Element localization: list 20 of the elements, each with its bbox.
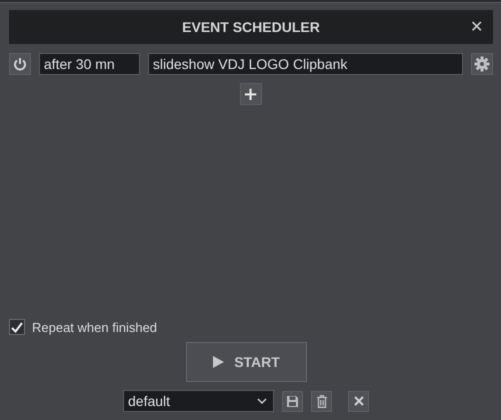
window-title: EVENT SCHEDULER	[182, 19, 320, 35]
clear-button[interactable]	[348, 390, 369, 412]
settings-button[interactable]	[471, 53, 494, 75]
chevron-icon	[257, 398, 267, 404]
save-button[interactable]	[282, 390, 303, 412]
repeat-checkbox[interactable]	[9, 319, 25, 335]
close-icon	[354, 396, 364, 406]
power-icon	[12, 57, 27, 71]
time-field[interactable]: after 30 mn	[38, 53, 140, 75]
settings-icon	[474, 56, 490, 72]
power-button[interactable]	[9, 53, 31, 75]
start-button[interactable]: START	[186, 342, 307, 382]
trash-icon	[316, 394, 326, 408]
close-button[interactable]: ✕	[468, 17, 485, 37]
repeat-label: Repeat when finished	[32, 320, 158, 334]
delete-button[interactable]	[311, 390, 332, 412]
action-field[interactable]: slideshow VDJ LOGO Clipbank	[148, 53, 464, 75]
play-icon	[213, 356, 224, 368]
preset-dropdown[interactable]: default	[123, 390, 274, 412]
add-event-button[interactable]: +	[240, 83, 262, 105]
